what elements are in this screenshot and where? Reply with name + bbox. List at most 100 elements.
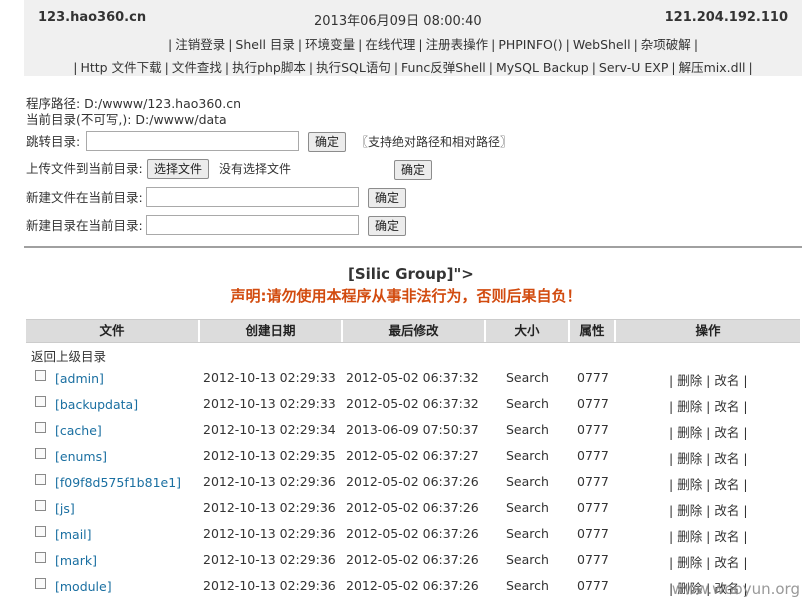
upload-row: 上传文件到当前目录: <box>26 158 143 180</box>
delete-link[interactable]: 删除 <box>677 425 702 440</box>
row-checkbox[interactable] <box>35 474 46 485</box>
nav-link[interactable]: MySQL Backup <box>496 60 589 75</box>
jump-dir-label: 跳转目录: <box>26 134 81 149</box>
row-checkbox[interactable] <box>35 578 46 589</box>
new-dir-ok-button[interactable]: 确定 <box>368 216 407 236</box>
file-table-header: 文件 创建日期 最后修改 大小 属性 操作 <box>26 319 800 343</box>
size-search-link[interactable]: Search <box>506 422 549 437</box>
rename-link[interactable]: 改名 <box>714 503 739 518</box>
modified-date: 2012-05-02 06:37:26 <box>346 552 479 567</box>
permission-attr[interactable]: 0777 <box>577 448 609 463</box>
row-checkbox[interactable] <box>35 422 46 433</box>
permission-attr[interactable]: 0777 <box>577 422 609 437</box>
nav-link[interactable]: PHPINFO() <box>498 37 562 52</box>
delete-link[interactable]: 删除 <box>677 477 702 492</box>
permission-attr[interactable]: 0777 <box>577 578 609 593</box>
nav-link[interactable]: 注销登录 <box>175 37 225 52</box>
delete-link[interactable]: 删除 <box>677 451 702 466</box>
group-title: [Silic Group]"> <box>348 265 474 283</box>
folder-link[interactable]: [module] <box>55 579 112 594</box>
row-checkbox[interactable] <box>35 370 46 381</box>
permission-attr[interactable]: 0777 <box>577 526 609 541</box>
jump-dir-ok-button[interactable]: 确定 <box>308 132 347 152</box>
delete-link[interactable]: 删除 <box>677 373 702 388</box>
permission-attr[interactable]: 0777 <box>577 474 609 489</box>
new-file-ok-button[interactable]: 确定 <box>368 188 407 208</box>
nav-link[interactable]: 解压mix.dll <box>679 60 746 75</box>
row-actions: | 删除 | 改名 | <box>669 373 748 388</box>
row-checkbox[interactable] <box>35 448 46 459</box>
nav-link[interactable]: Http 文件下载 <box>80 60 161 75</box>
nav-link[interactable]: 注册表操作 <box>426 37 489 52</box>
server-ip: 121.204.192.110 <box>664 10 788 25</box>
folder-link[interactable]: [mark] <box>55 553 97 568</box>
new-file-input[interactable] <box>146 187 359 207</box>
created-date: 2012-10-13 02:29:36 <box>203 578 336 593</box>
nav-link[interactable]: 环境变量 <box>305 37 355 52</box>
parent-directory-link[interactable]: 返回上级目录 <box>31 346 106 365</box>
rename-link[interactable]: 改名 <box>714 399 739 414</box>
delete-link[interactable]: 删除 <box>677 503 702 518</box>
nav-link[interactable]: 执行SQL语句 <box>316 60 391 75</box>
size-search-link[interactable]: Search <box>506 526 549 541</box>
modified-date: 2012-05-02 06:37:27 <box>346 448 479 463</box>
nav-link[interactable]: Shell 目录 <box>235 37 294 52</box>
folder-link[interactable]: [admin] <box>55 371 104 386</box>
delete-link[interactable]: 删除 <box>677 529 702 544</box>
rename-link[interactable]: 改名 <box>714 529 739 544</box>
row-checkbox[interactable] <box>35 500 46 511</box>
size-search-link[interactable]: Search <box>506 500 549 515</box>
row-actions: | 删除 | 改名 | <box>669 477 748 492</box>
jump-dir-input[interactable] <box>86 131 299 151</box>
size-search-link[interactable]: Search <box>506 396 549 411</box>
folder-link[interactable]: [backupdata] <box>55 397 138 412</box>
nav-link[interactable]: Func反弹Shell <box>401 60 486 75</box>
rename-link[interactable]: 改名 <box>714 555 739 570</box>
delete-link[interactable]: 删除 <box>677 399 702 414</box>
folder-link[interactable]: [cache] <box>55 423 102 438</box>
created-date: 2012-10-13 02:29:33 <box>203 396 336 411</box>
rename-link[interactable]: 改名 <box>714 425 739 440</box>
nav-link[interactable]: WebShell <box>573 37 631 52</box>
permission-attr[interactable]: 0777 <box>577 552 609 567</box>
modified-date: 2012-05-02 06:37:26 <box>346 578 479 593</box>
permission-attr[interactable]: 0777 <box>577 370 609 385</box>
modified-date: 2012-05-02 06:37:26 <box>346 474 479 489</box>
size-search-link[interactable]: Search <box>506 578 549 593</box>
folder-link[interactable]: [mail] <box>55 527 92 542</box>
row-checkbox[interactable] <box>35 396 46 407</box>
folder-link[interactable]: [js] <box>55 501 75 516</box>
folder-link[interactable]: [f09f8d575f1b81e1] <box>55 475 181 490</box>
nav-link[interactable]: 在线代理 <box>365 37 415 52</box>
rename-link[interactable]: 改名 <box>714 477 739 492</box>
table-row: [admin] 2012-10-13 02:29:33 2012-05-02 06:… <box>26 367 800 393</box>
upload-ok-button[interactable]: 确定 <box>394 160 433 180</box>
header-bar: 123.hao360.cn 2013年06月09日 08:00:40 121.2… <box>24 0 802 76</box>
row-checkbox[interactable] <box>35 526 46 537</box>
section-divider <box>24 246 802 248</box>
new-dir-input[interactable] <box>146 215 359 235</box>
delete-link[interactable]: 删除 <box>677 555 702 570</box>
size-search-link[interactable]: Search <box>506 474 549 489</box>
choose-file-button[interactable]: 选择文件 <box>147 159 210 179</box>
size-search-link[interactable]: Search <box>506 370 549 385</box>
nav-link[interactable]: 执行php脚本 <box>232 60 306 75</box>
modified-date: 2012-05-02 06:37:32 <box>346 396 479 411</box>
created-date: 2012-10-13 02:29:36 <box>203 474 336 489</box>
created-date: 2012-10-13 02:29:34 <box>203 422 336 437</box>
size-search-link[interactable]: Search <box>506 448 549 463</box>
permission-attr[interactable]: 0777 <box>577 396 609 411</box>
row-actions: | 删除 | 改名 | <box>669 425 748 440</box>
program-path: 程序路径: D:/wwww/123.hao360.cn <box>26 96 242 111</box>
folder-link[interactable]: [enums] <box>55 449 107 464</box>
jump-dir-note: 〖支持绝对路径和相对路径〗 <box>356 135 513 149</box>
permission-attr[interactable]: 0777 <box>577 500 609 515</box>
rename-link[interactable]: 改名 <box>714 451 739 466</box>
rename-link[interactable]: 改名 <box>714 373 739 388</box>
size-search-link[interactable]: Search <box>506 552 549 567</box>
nav-link[interactable]: Serv-U EXP <box>599 60 668 75</box>
nav-link[interactable]: 杂项破解 <box>641 37 691 52</box>
nav-link[interactable]: 文件查找 <box>172 60 222 75</box>
row-checkbox[interactable] <box>35 552 46 563</box>
row-actions: | 删除 | 改名 | <box>669 529 748 544</box>
